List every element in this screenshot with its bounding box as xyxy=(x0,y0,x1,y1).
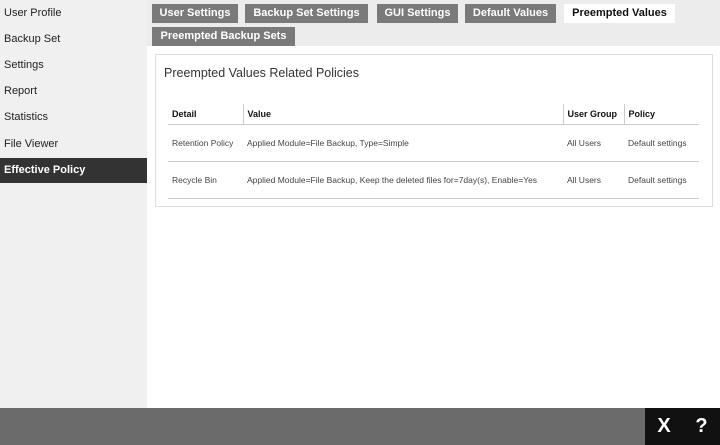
cell-value: Applied Module=File Backup, Keep the del… xyxy=(243,161,563,199)
cell-user-group: All Users xyxy=(563,161,624,199)
tab-user-settings[interactable]: User Settings xyxy=(152,4,238,23)
sidebar-item-statistics[interactable]: Statistics xyxy=(0,105,147,130)
column-value: Value xyxy=(242,104,563,125)
table-header: Detail Value User Group Policy xyxy=(168,104,699,125)
sidebar-item-user-profile[interactable]: User Profile xyxy=(0,1,147,26)
policies-panel: Preempted Values Related Policies Detail… xyxy=(155,54,713,207)
tab-backup-set-settings[interactable]: Backup Set Settings xyxy=(245,4,368,23)
cell-detail: Retention Policy xyxy=(168,124,243,162)
tab-gui-settings[interactable]: GUI Settings xyxy=(377,4,458,23)
column-detail: Detail xyxy=(168,104,243,125)
action-box: X ? xyxy=(645,408,720,445)
close-icon[interactable]: X xyxy=(657,415,670,438)
table-row: Recycle Bin Applied Module=File Backup, … xyxy=(168,161,699,199)
table-row: Retention Policy Applied Module=File Bac… xyxy=(168,124,699,162)
sidebar-item-file-viewer[interactable]: File Viewer xyxy=(0,132,147,157)
panel-title: Preempted Values Related Policies xyxy=(164,66,360,80)
policies-table: Detail Value User Group Policy Retention… xyxy=(168,104,699,199)
sidebar: User Profile Backup Set Settings Report … xyxy=(0,0,147,408)
sidebar-item-report[interactable]: Report xyxy=(0,79,147,104)
help-icon[interactable]: ? xyxy=(695,415,707,438)
sidebar-item-effective-policy[interactable]: Effective Policy xyxy=(0,158,147,183)
column-user-group: User Group xyxy=(562,104,624,125)
tab-bar: User Settings Backup Set Settings GUI Se… xyxy=(147,0,720,46)
sidebar-item-settings[interactable]: Settings xyxy=(0,53,147,78)
cell-policy: Default settings xyxy=(624,124,699,162)
sidebar-item-backup-set[interactable]: Backup Set xyxy=(0,27,147,52)
column-policy: Policy xyxy=(623,104,699,125)
bottom-bar: X ? xyxy=(0,408,720,445)
cell-value: Applied Module=File Backup, Type=Simple xyxy=(243,124,563,162)
tab-preempted-values[interactable]: Preempted Values xyxy=(564,4,675,23)
cell-user-group: All Users xyxy=(563,124,624,162)
tab-default-values[interactable]: Default Values xyxy=(465,4,556,23)
cell-detail: Recycle Bin xyxy=(168,161,243,199)
tab-preempted-backup-sets[interactable]: Preempted Backup Sets xyxy=(152,27,295,46)
cell-policy: Default settings xyxy=(624,161,699,199)
